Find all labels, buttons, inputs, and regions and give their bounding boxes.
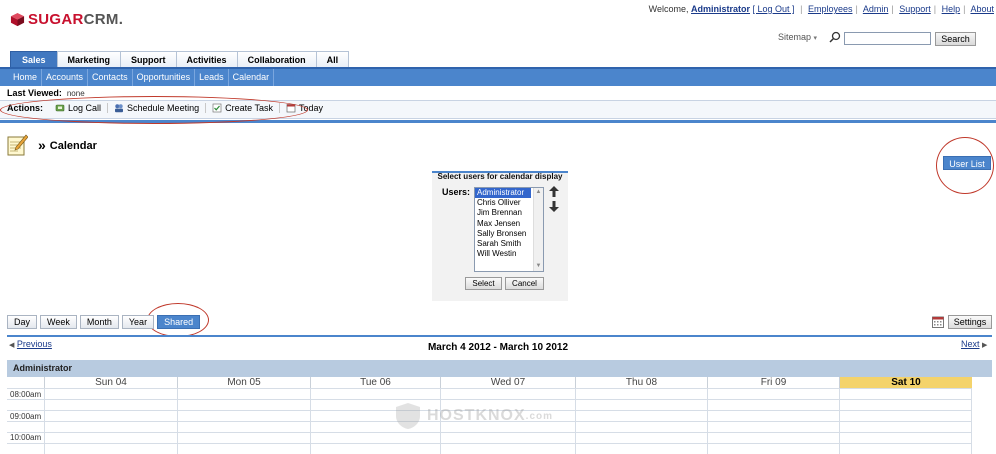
header-divider [0, 120, 996, 123]
subnav-calendar[interactable]: Calendar [229, 69, 275, 86]
user-list-button[interactable]: User List [943, 156, 991, 170]
employees-link[interactable]: Employees [808, 4, 853, 14]
calendar-settings-icon [932, 316, 944, 328]
listbox-scrollbar[interactable]: ▲ ▼ [533, 188, 543, 271]
notepad-icon [7, 134, 28, 156]
last-viewed: Last Viewed: none [7, 88, 85, 98]
logo-cube-icon [10, 12, 25, 26]
actions-label: Actions: [7, 103, 43, 113]
users-listbox[interactable]: Administrator Chris Olliver Jim Brennan … [474, 187, 544, 272]
log-call-action[interactable]: Log Call [49, 103, 109, 113]
help-link[interactable]: Help [942, 4, 961, 14]
sub-nav: Home Accounts Contacts Opportunities Lea… [10, 69, 275, 86]
view-year-button[interactable]: Year [121, 315, 155, 329]
calendar-owner: Administrator [13, 363, 73, 373]
last-viewed-value: none [66, 89, 85, 98]
meeting-icon [115, 104, 124, 113]
day-header: Sun 04 [44, 377, 177, 388]
username-link[interactable]: Administrator [691, 4, 750, 14]
subnav-leads[interactable]: Leads [195, 69, 229, 86]
top-links: Welcome, Administrator [ Log Out ] | Emp… [648, 4, 994, 14]
tab-sales[interactable]: Sales [10, 51, 58, 68]
watermark-shield-icon [396, 403, 420, 429]
view-month-button[interactable]: Month [79, 315, 119, 329]
about-link[interactable]: About [970, 4, 994, 14]
sugarcrm-logo[interactable]: SUGARCRM. [10, 9, 123, 29]
subnav-home[interactable]: Home [10, 69, 43, 86]
watermark: HOSTKNOX .com [395, 402, 553, 430]
tab-activities[interactable]: Activities [175, 51, 238, 68]
time-label: 08:00am [10, 390, 42, 399]
owner-bar [7, 360, 992, 377]
module-tabs: Sales Marketing Support Activities Colla… [10, 51, 350, 68]
subnav-opportunities[interactable]: Opportunities [133, 69, 196, 86]
sitemap-dropdown[interactable]: Sitemap ▾ [778, 32, 817, 42]
day-header: Wed 07 [440, 377, 575, 388]
scroll-up-icon[interactable]: ▲ [534, 188, 543, 197]
day-header-today: Sat 10 [839, 377, 972, 388]
phone-icon [55, 104, 65, 112]
day-header: Tue 06 [310, 377, 440, 388]
search-input[interactable] [844, 32, 931, 45]
welcome-text: Welcome, [648, 4, 689, 14]
settings-button[interactable]: Settings [948, 315, 992, 329]
search-button[interactable]: Search [935, 32, 976, 46]
time-label: 10:00am [10, 433, 42, 442]
view-tabs: Day Week Month Year Shared [7, 315, 203, 329]
day-header: Mon 05 [177, 377, 310, 388]
create-task-action[interactable]: Create Task [206, 103, 280, 113]
calendar-divider [7, 335, 992, 337]
select-users-title: Select users for calendar display [437, 172, 563, 181]
day-header: Fri 09 [707, 377, 839, 388]
page-title: » Calendar [38, 137, 97, 153]
move-up-icon[interactable] [549, 186, 559, 198]
chevron-right-icon: » [38, 137, 46, 153]
logo-text: SUGARCRM. [28, 10, 124, 28]
tab-marketing[interactable]: Marketing [56, 51, 122, 68]
actions: Actions: Log Call Schedule Meeting Creat… [7, 103, 329, 113]
chevron-down-icon: ▾ [813, 35, 818, 42]
today-action[interactable]: Today [280, 103, 329, 113]
date-range: March 4 2012 - March 10 2012 [427, 342, 569, 353]
users-label: Users: [442, 187, 471, 197]
tab-all[interactable]: All [315, 51, 350, 68]
view-day-button[interactable]: Day [7, 315, 38, 329]
tab-support[interactable]: Support [120, 51, 177, 68]
tab-collaboration[interactable]: Collaboration [236, 51, 317, 68]
subnav-contacts[interactable]: Contacts [88, 69, 133, 86]
move-down-icon[interactable] [549, 200, 559, 212]
select-button[interactable]: Select [465, 277, 502, 290]
support-link[interactable]: Support [899, 4, 931, 14]
calendar-icon [286, 104, 296, 113]
subnav-accounts[interactable]: Accounts [42, 69, 89, 86]
cancel-button[interactable]: Cancel [505, 277, 544, 290]
task-icon [212, 103, 222, 113]
logout-link[interactable]: [ Log Out ] [753, 4, 795, 14]
view-shared-button[interactable]: Shared [157, 315, 201, 329]
admin-link[interactable]: Admin [863, 4, 889, 14]
day-header: Thu 08 [575, 377, 707, 388]
scroll-down-icon[interactable]: ▼ [534, 262, 543, 271]
user-option[interactable]: Administrator [475, 188, 531, 199]
schedule-meeting-action[interactable]: Schedule Meeting [108, 103, 207, 113]
search-icon[interactable] [829, 31, 841, 43]
time-label: 09:00am [10, 412, 42, 421]
view-week-button[interactable]: Week [40, 315, 77, 329]
